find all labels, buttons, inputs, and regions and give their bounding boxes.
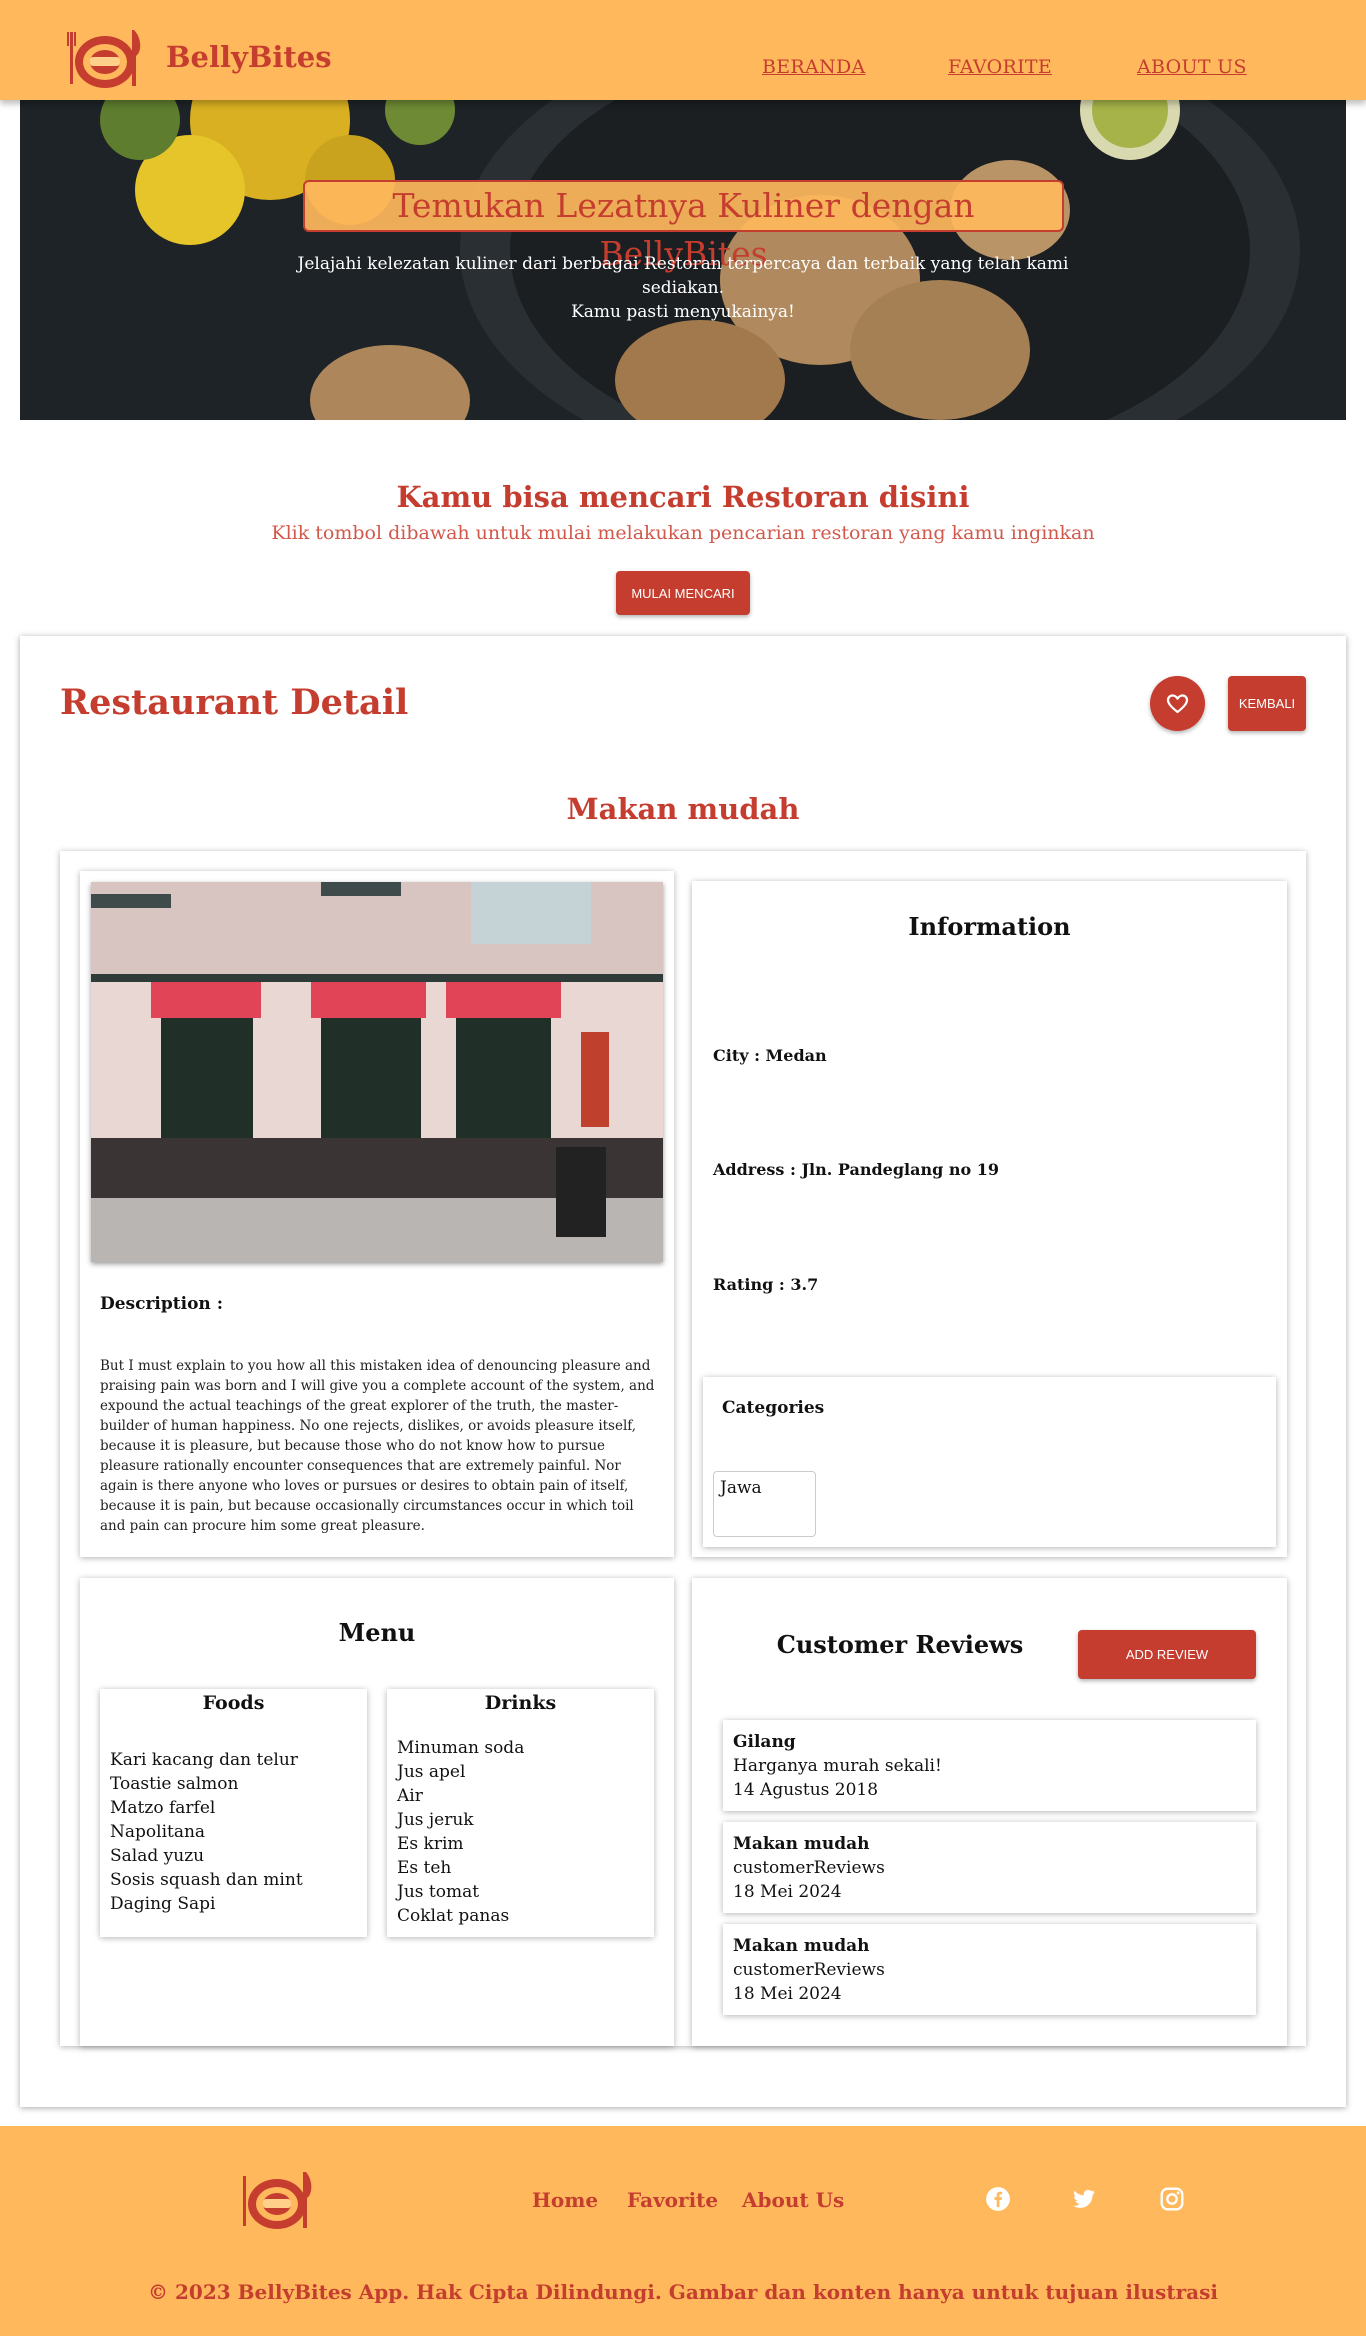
twitter-icon[interactable] (1071, 2186, 1097, 2212)
drink-item: Jus jeruk (397, 1810, 474, 1830)
brand-name[interactable]: BellyBites (166, 40, 332, 74)
menu-title: Menu (338, 1618, 416, 1647)
footer-link-about-us[interactable]: About Us (742, 2188, 844, 2212)
heart-outline-icon (1166, 694, 1189, 714)
review-text: customerReviews (733, 1858, 885, 1878)
drinks-title: Drinks (484, 1692, 557, 1714)
review-date: 18 Mei 2024 (733, 1882, 842, 1902)
reviewer-name: Makan mudah (733, 1936, 870, 1956)
nav-about-us[interactable]: ABOUT US (1137, 56, 1247, 78)
food-item: Salad yuzu (110, 1846, 205, 1866)
drink-item: Coklat panas (397, 1906, 510, 1926)
hero-subtitle-line-2: Kamu pasti menyukainya! (571, 302, 795, 322)
add-review-button[interactable]: ADD REVIEW (1078, 1630, 1256, 1679)
info-address: Address : Jln. Pandeglang no 19 (713, 1160, 1000, 1179)
review-date: 14 Agustus 2018 (733, 1780, 879, 1800)
site-footer (0, 2126, 1366, 2336)
reviews-title: Customer Reviews (776, 1630, 1024, 1659)
review-item: Makan mudah customerReviews 18 Mei 2024 (723, 1924, 1256, 2015)
food-item: Daging Sapi (110, 1894, 216, 1914)
information-title: Information (908, 912, 1071, 941)
footer-copyright: © 2023 BellyBites App. Hak Cipta Dilindu… (148, 2280, 1218, 2304)
categories-title: Categories (722, 1398, 825, 1418)
search-subtitle: Klik tombol dibawah untuk mulai melakuka… (271, 522, 1095, 544)
search-title: Kamu bisa mencari Restoran disini (396, 480, 970, 514)
nav-favorite[interactable]: FAVORITE (948, 56, 1052, 78)
review-date: 18 Mei 2024 (733, 1984, 842, 2004)
footer-link-favorite[interactable]: Favorite (627, 2188, 718, 2212)
info-city: City : Medan (713, 1046, 827, 1065)
bellybites-footer-logo-icon[interactable] (240, 2168, 314, 2232)
food-item: Sosis squash dan mint (110, 1870, 303, 1890)
drinks-list: Minuman soda Jus apel Air Jus jeruk Es k… (397, 1736, 524, 1928)
drink-item: Es teh (397, 1858, 452, 1878)
review-text: Harganya murah sekali! (733, 1756, 942, 1776)
drink-item: Jus tomat (397, 1882, 480, 1902)
start-search-button[interactable]: MULAI MENCARI (616, 571, 750, 615)
drink-item: Jus apel (397, 1762, 466, 1782)
review-item: Gilang Harganya murah sekali! 14 Agustus… (723, 1720, 1256, 1811)
back-button[interactable]: KEMBALI (1228, 676, 1306, 731)
description-text: But I must explain to you how all this m… (100, 1358, 655, 1534)
info-rating: Rating : 3.7 (713, 1275, 819, 1294)
foods-title: Foods (202, 1692, 265, 1714)
restaurant-image (91, 882, 663, 1262)
reviewer-name: Makan mudah (733, 1834, 870, 1854)
hero-subtitle: Jelajahi kelezatan kuliner dari berbagai… (280, 252, 1086, 324)
facebook-icon[interactable] (985, 2186, 1011, 2212)
drink-item: Es krim (397, 1834, 464, 1854)
food-item: Kari kacang dan telur (110, 1750, 298, 1770)
bellybites-logo-icon[interactable] (66, 26, 144, 90)
foods-list: Kari kacang dan telur Toastie salmon Mat… (110, 1748, 303, 1916)
description-label: Description : (100, 1294, 223, 1314)
instagram-icon[interactable] (1159, 2186, 1185, 2212)
favorite-button[interactable] (1150, 676, 1205, 731)
review-text: customerReviews (733, 1960, 885, 1980)
food-item: Napolitana (110, 1822, 206, 1842)
hero-title: Temukan Lezatnya Kuliner dengan BellyBit… (303, 180, 1064, 273)
nav-beranda[interactable]: BERANDA (762, 56, 866, 78)
footer-link-home[interactable]: Home (532, 2188, 598, 2212)
restaurant-detail-title: Restaurant Detail (60, 682, 409, 723)
reviewer-name: Gilang (733, 1732, 796, 1752)
category-chip: Jawa (713, 1471, 816, 1537)
review-item: Makan mudah customerReviews 18 Mei 2024 (723, 1822, 1256, 1913)
site-header: BellyBites BERANDA FAVORITE ABOUT US (0, 0, 1366, 100)
drink-item: Minuman soda (397, 1738, 525, 1758)
hero-subtitle-line-1: Jelajahi kelezatan kuliner dari berbagai… (297, 254, 1069, 298)
food-item: Toastie salmon (110, 1774, 239, 1794)
food-item: Matzo farfel (110, 1798, 216, 1818)
drink-item: Air (397, 1786, 423, 1806)
restaurant-name: Makan mudah (566, 792, 800, 826)
